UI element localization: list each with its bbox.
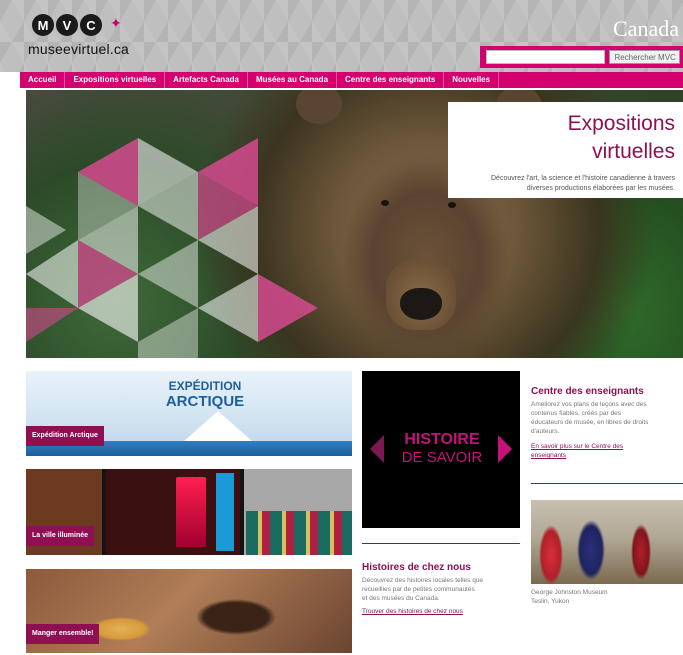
histoire-title: HISTOIRE [404,431,480,448]
tile-image-detail [216,473,234,551]
logo-mark: M V C [32,14,102,36]
hero-banner[interactable]: Expositions virtuelles Découvrez l'art, … [26,90,683,358]
body-line: recueillies par de petites communautés [362,586,475,593]
hero-title: Expositions [567,112,675,135]
arctic-tile-title: EXPÉDITION ARCTIQUE [160,379,250,409]
main-nav: Accueil Expositions virtuelles Artefacts… [20,72,683,88]
body-line: éducateurs de musée, en libres de droits [531,419,649,426]
site-header: M V C ✦ museevirtuel.ca Canada Recherche… [0,0,683,72]
body-line: et des musées du Canada. [362,595,440,602]
museum-caption: George Johnston Museum Teslin, Yukon [531,588,608,606]
search-bar: Rechercher MVC [480,46,683,68]
tile-ville-illuminee[interactable]: La ville illuminée [26,469,352,555]
hero-image-detail [400,288,442,320]
iceberg-icon [184,411,252,441]
teachers-link[interactable]: En savoir plus sur le Centre des enseign… [531,442,683,460]
hero-image-detail [381,200,389,206]
link-line[interactable]: En savoir plus sur le Centre des [531,442,683,451]
caption-line: Teslin, Yukon [531,598,570,605]
tile-label[interactable]: Expédition Arctique [26,426,104,446]
body-line: contenus fiables, créés par des [531,410,621,417]
divider [362,543,520,544]
body-line: d'auteurs. [531,428,560,435]
arctic-title-line: EXPÉDITION [168,379,242,393]
logo-letter: C [80,14,102,36]
tile-label[interactable]: Manger ensemble! [26,624,100,644]
hero-image-detail [448,202,456,208]
nav-item-expositions[interactable]: Expositions virtuelles [65,72,166,88]
tile-image-detail [176,477,206,547]
hero-panel: Expositions virtuelles Découvrez l'art, … [448,102,683,198]
hero-description-line: Découvrez l'art, la science et l'histoir… [491,175,675,182]
hero-description: Découvrez l'art, la science et l'histoir… [456,174,675,194]
histoire-de-savoir-tile[interactable]: HISTOIRE DE SAVOIR [362,371,520,528]
body-line: Découvrez des histoires locales telles q… [362,577,484,584]
tile-image-detail [246,511,352,555]
hero-title: virtuelles [592,140,675,163]
nav-item-enseignants[interactable]: Centre des enseignants [337,72,445,88]
nav-item-nouvelles[interactable]: Nouvelles [444,72,500,88]
teachers-title[interactable]: Centre des enseignants [531,386,644,397]
arrow-left-icon [370,435,384,463]
search-button[interactable]: Rechercher MVC [609,50,680,64]
tile-expedition-arctique[interactable]: EXPÉDITION ARCTIQUE Expédition Arctique [26,371,352,456]
teachers-body: Améliorez vos plans de leçons avec des c… [531,400,683,436]
hero-description-line: diverses productions élaborées par les m… [526,185,675,192]
logo-letter: V [56,14,78,36]
histoire-subtitle: DE SAVOIR [401,449,483,466]
arrow-right-icon [498,435,512,463]
nav-item-accueil[interactable]: Accueil [20,72,66,88]
arctic-title-line: ARCTIQUE [165,393,245,410]
nav-item-artefacts[interactable]: Artefacts Canada [165,72,248,88]
divider [531,483,683,484]
search-input[interactable] [486,50,606,64]
logo-text: museevirtuel.ca [28,41,130,57]
histoires-title[interactable]: Histoires de chez nous [362,562,471,573]
link-line[interactable]: enseignants [531,451,683,460]
logo-letter: M [32,14,54,36]
body-line: Améliorez vos plans de leçons avec des [531,401,647,408]
histoires-link[interactable]: Trouver des histoires de chez nous [362,607,463,616]
histoires-body: Découvrez des histoires locales telles q… [362,576,527,603]
tile-manger-ensemble[interactable]: Manger ensemble! [26,569,352,653]
tile-label[interactable]: La ville illuminée [26,526,95,546]
caption-line: George Johnston Museum [531,589,608,596]
canada-wordmark: Canada [613,16,679,41]
museum-photo[interactable] [531,500,683,584]
nav-item-musees[interactable]: Musées au Canada [248,72,338,88]
site-logo[interactable]: M V C ✦ museevirtuel.ca [28,14,138,58]
maple-leaf-icon: ✦ [110,15,122,31]
triangle-pattern [26,138,318,358]
